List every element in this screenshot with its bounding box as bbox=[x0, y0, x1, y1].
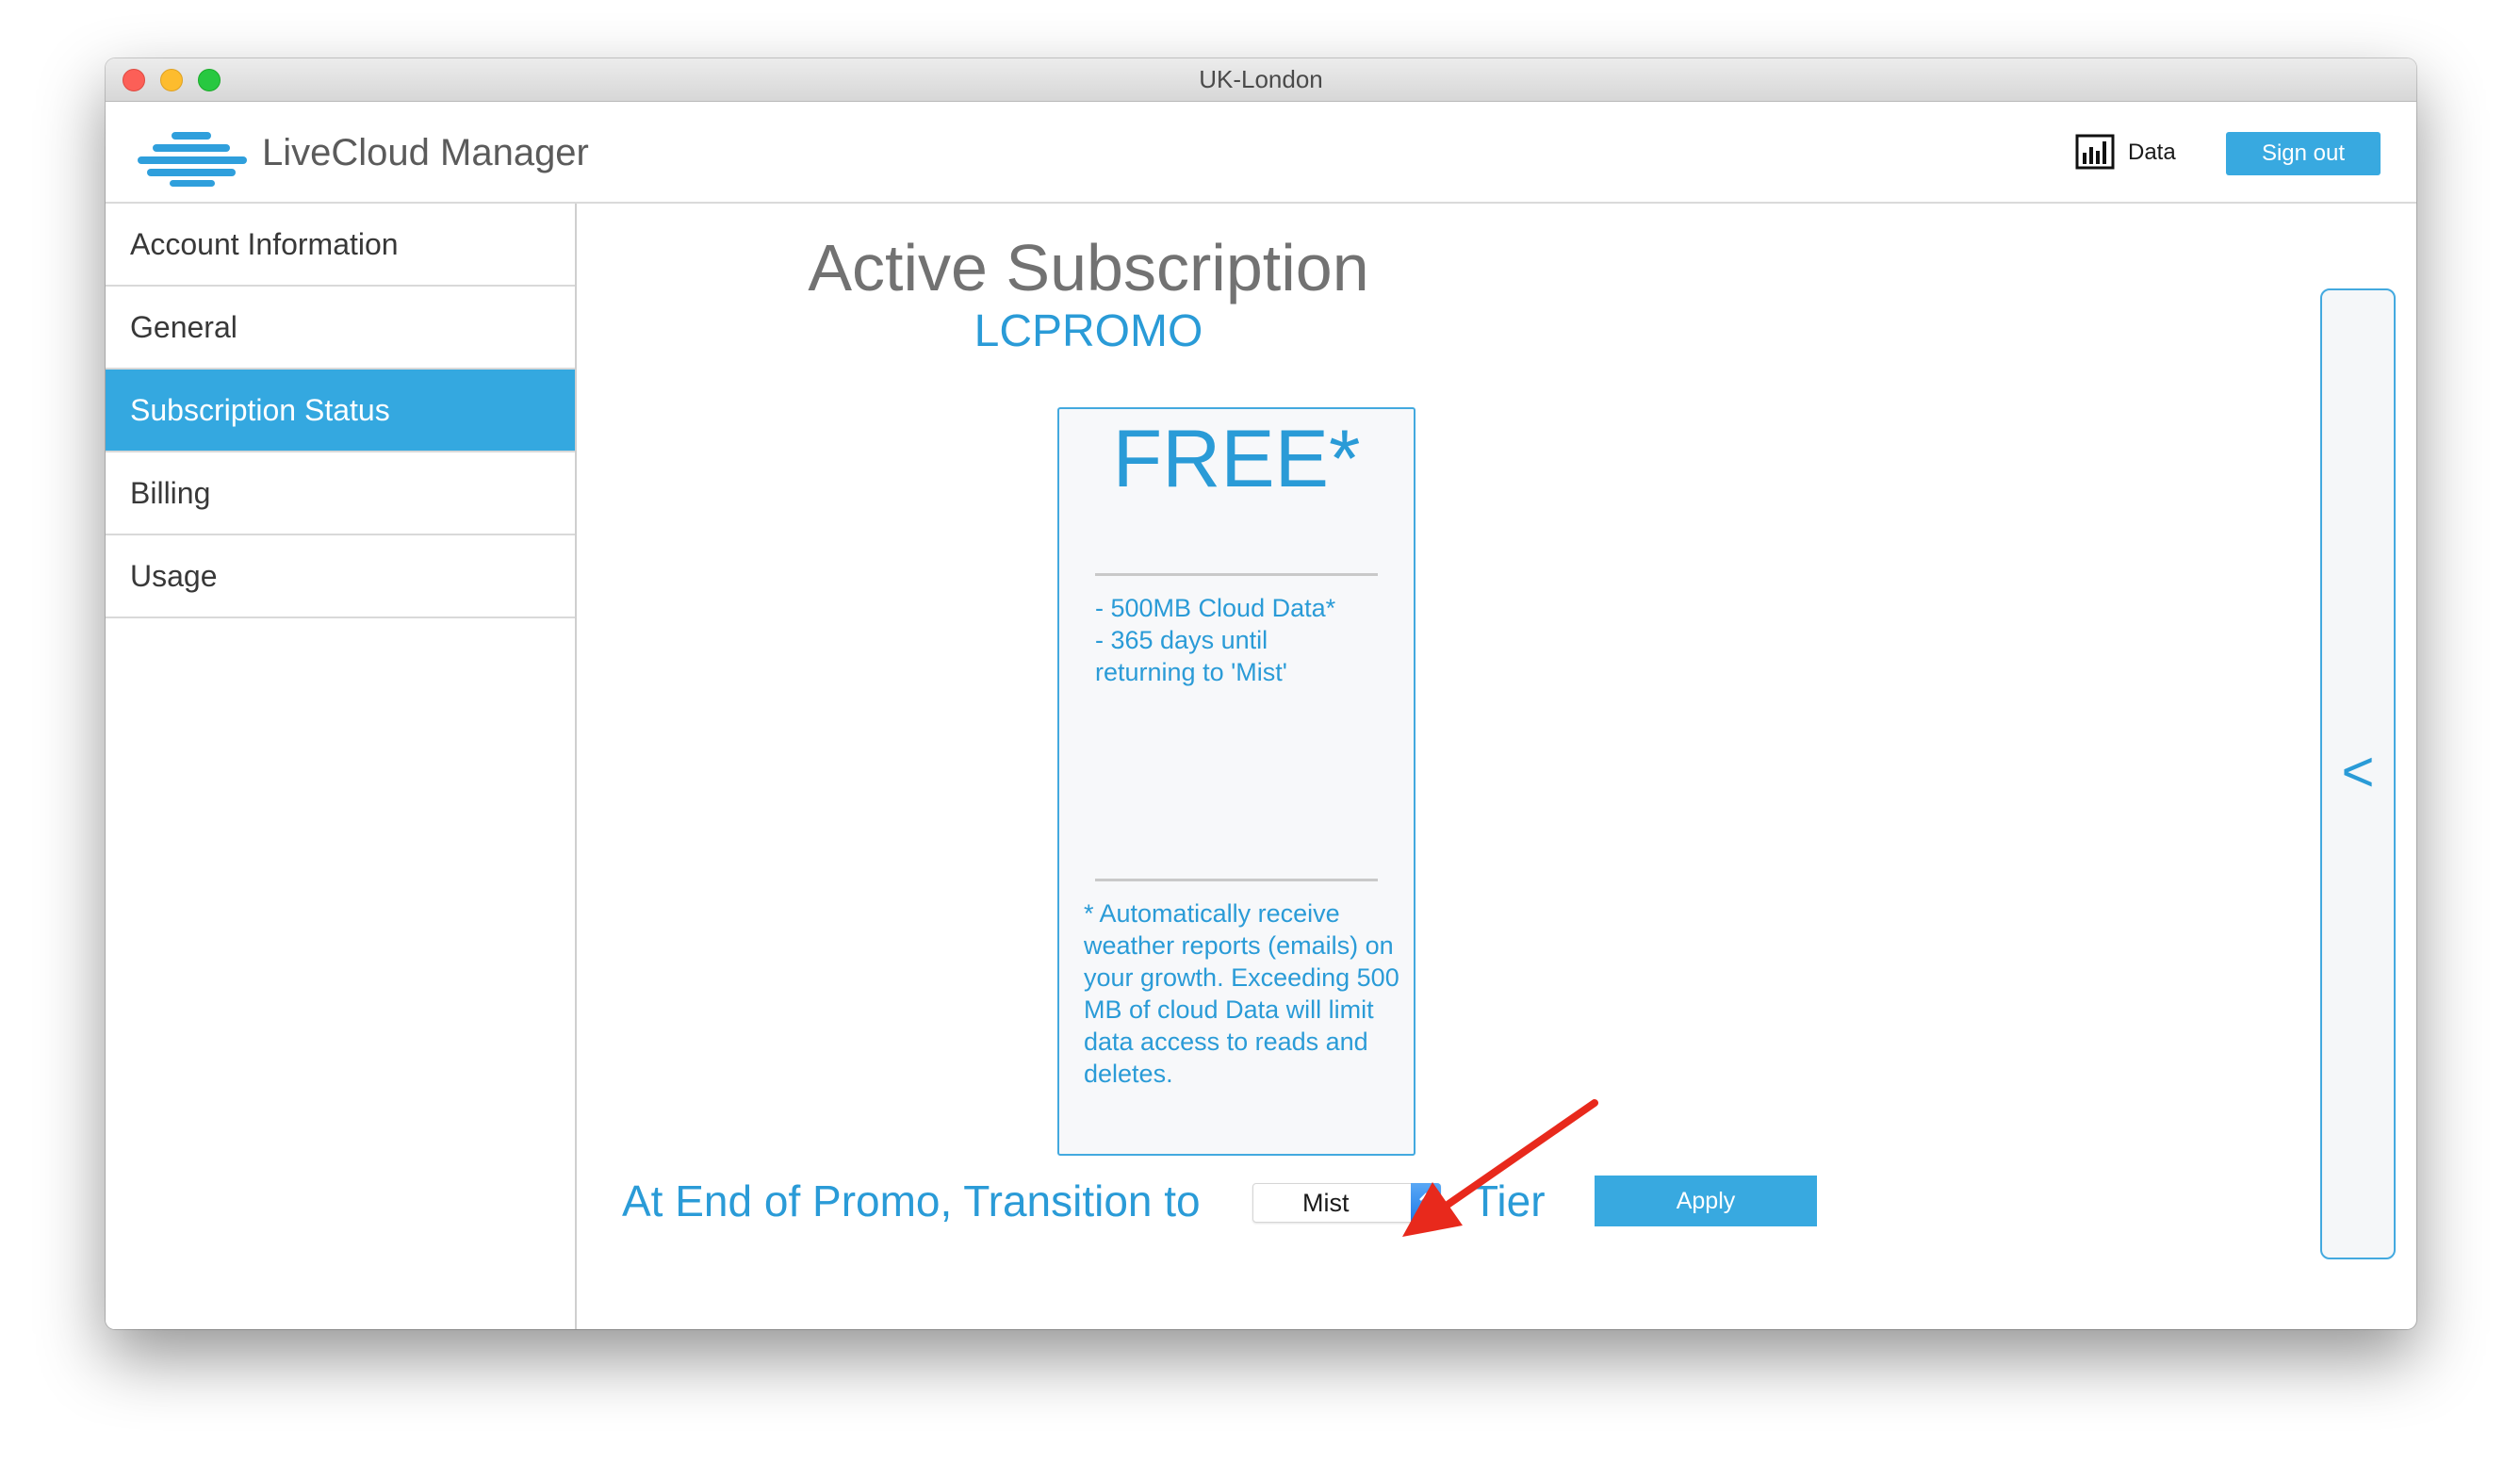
app-header: LiveCloud Manager Data Sign out bbox=[106, 102, 2416, 204]
plan-features: - 500MB Cloud Data* - 365 days until ret… bbox=[1095, 592, 1395, 688]
card-divider-bottom bbox=[1095, 879, 1378, 881]
app-name: LiveCloud Manager bbox=[262, 132, 589, 173]
page-title: Active Subscription bbox=[808, 231, 1369, 304]
sidebar-item-billing[interactable]: Billing bbox=[106, 452, 575, 535]
sidebar-item-usage[interactable]: Usage bbox=[106, 535, 575, 618]
sign-out-button[interactable]: Sign out bbox=[2226, 132, 2381, 175]
transition-label: At End of Promo, Transition to bbox=[622, 1176, 1201, 1225]
main-content: Active Subscription LCPROMO FREE* - 500M… bbox=[577, 204, 2416, 1329]
card-divider-top bbox=[1095, 573, 1378, 576]
feature-line: returning to 'Mist' bbox=[1095, 658, 1287, 686]
tier-select[interactable]: Mist bbox=[1252, 1183, 1441, 1223]
sidebar-item-general[interactable]: General bbox=[106, 287, 575, 370]
chevron-updown-icon[interactable] bbox=[1411, 1183, 1441, 1223]
collapse-panel-button[interactable]: < bbox=[2320, 288, 2396, 1259]
feature-line: - 500MB Cloud Data* bbox=[1095, 594, 1336, 622]
plan-price: FREE* bbox=[1112, 414, 1361, 504]
tier-suffix-label: Tier bbox=[1472, 1176, 1546, 1225]
apply-button[interactable]: Apply bbox=[1595, 1176, 1817, 1226]
sidebar-item-subscription-status[interactable]: Subscription Status bbox=[106, 370, 575, 452]
transition-row: At End of Promo, Transition to Mist Tier… bbox=[577, 1173, 2416, 1229]
plan-footnote: * Automatically receive weather reports … bbox=[1084, 899, 1399, 1088]
data-label: Data bbox=[2128, 140, 2176, 165]
chevron-left-icon: < bbox=[2341, 740, 2375, 803]
logo-cloud-icon bbox=[138, 132, 247, 187]
feature-line: - 365 days until bbox=[1095, 626, 1268, 654]
promo-code: LCPROMO bbox=[974, 306, 1203, 356]
tier-select-value: Mist bbox=[1302, 1189, 1350, 1217]
sidebar-item-account-information[interactable]: Account Information bbox=[106, 204, 575, 287]
subscription-card: FREE* - 500MB Cloud Data* - 365 days unt… bbox=[1057, 407, 1415, 1156]
app-window: UK-London LiveCloud Manager Data Sign ou… bbox=[106, 58, 2416, 1329]
sidebar: Account Information General Subscription… bbox=[106, 204, 577, 1329]
title-bar[interactable]: UK-London bbox=[106, 58, 2416, 102]
window-title: UK-London bbox=[1199, 65, 1323, 93]
bar-chart-icon bbox=[2075, 134, 2115, 170]
